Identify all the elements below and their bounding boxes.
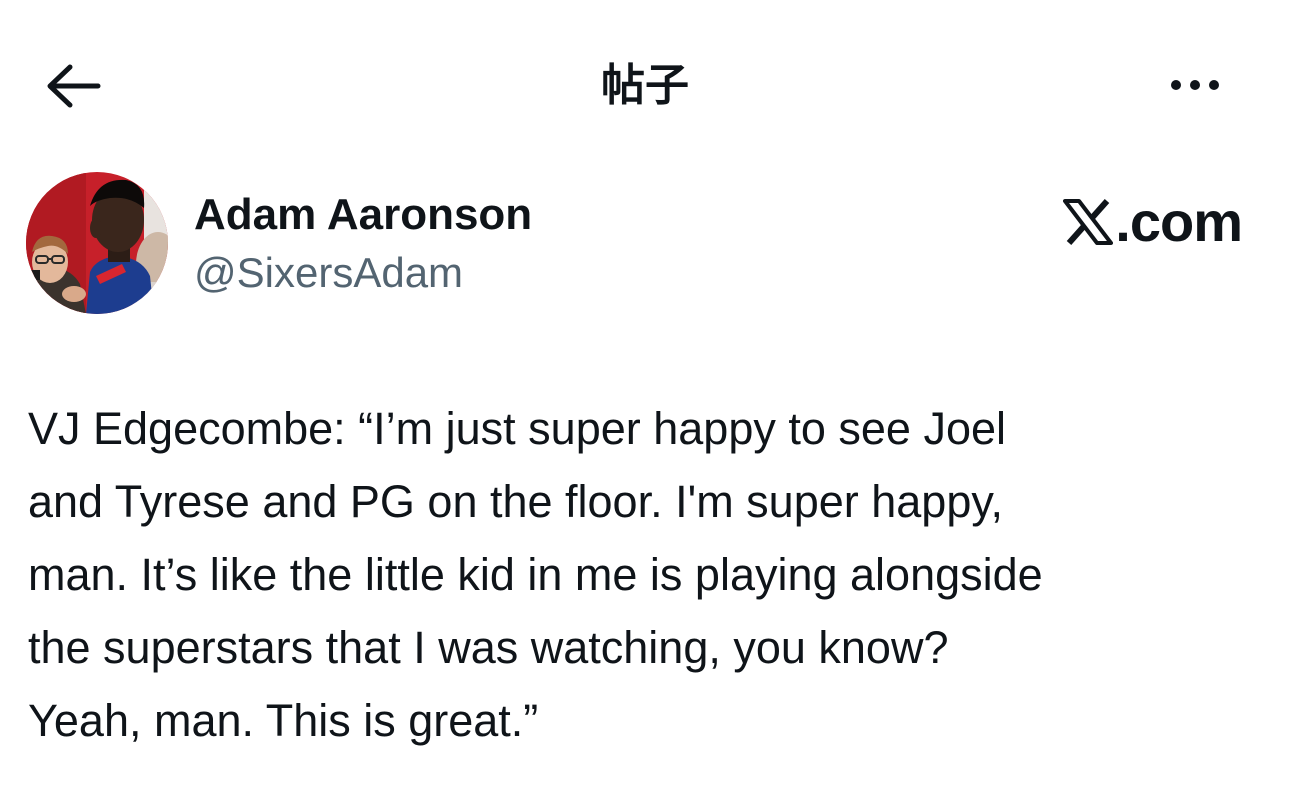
top-navigation-bar: 帖子 [0, 0, 1290, 170]
tweet-text: VJ Edgecombe: “I’m just super happy to s… [28, 392, 1268, 757]
x-com-brand: .com [1063, 190, 1243, 254]
author-display-name[interactable]: Adam Aaronson [194, 188, 532, 242]
tweet-text-line: Yeah, man. This is great.” [28, 695, 539, 746]
x-logo-icon [1063, 199, 1114, 245]
author-handle[interactable]: @SixersAdam [194, 246, 463, 300]
tweet-text-line: the superstars that I was watching, you … [28, 622, 949, 673]
avatar-photo [26, 172, 168, 314]
avatar[interactable] [26, 172, 168, 314]
tweet-text-line: and Tyrese and PG on the floor. I'm supe… [28, 476, 1004, 527]
tweet-author: Adam Aaronson @SixersAdam .com [26, 170, 1266, 320]
page-title: 帖子 [601, 60, 689, 111]
more-options-button[interactable] [1160, 62, 1230, 108]
brand-domain-suffix: .com [1115, 190, 1243, 253]
tweet-text-line: VJ Edgecombe: “I’m just super happy to s… [28, 403, 1007, 454]
more-horizontal-icon [1171, 80, 1181, 90]
tweet-text-line: man. It’s like the little kid in me is p… [28, 549, 1043, 600]
